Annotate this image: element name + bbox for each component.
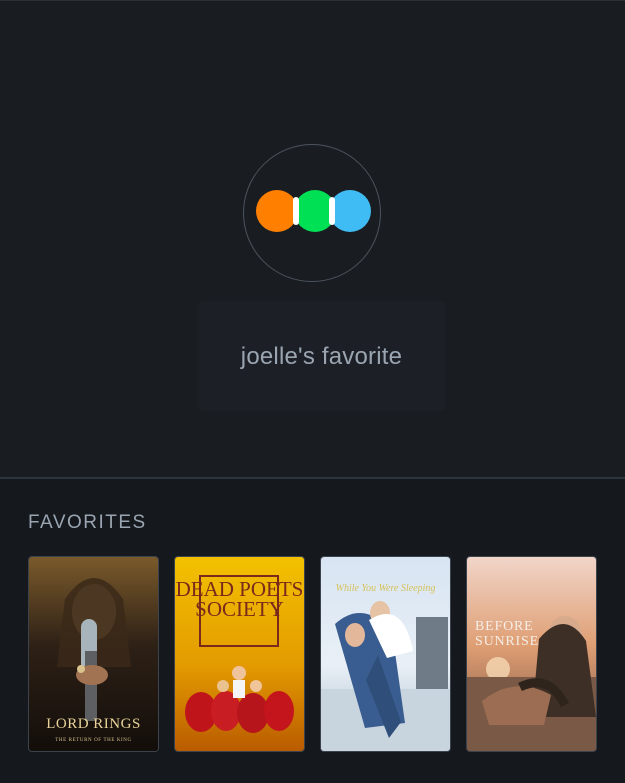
logo-overlap-mark	[329, 197, 335, 225]
orange-dot-icon	[256, 190, 298, 232]
poster-title-text: LORD RINGS	[46, 716, 141, 732]
poster-title-text: While You Were Sleeping	[335, 583, 436, 594]
poster-subtitle-text: THE RETURN OF THE KING	[55, 738, 132, 743]
avatar[interactable]	[243, 144, 381, 282]
logo-overlap-mark	[293, 197, 299, 225]
poster-title-text: DEAD POETS SOCIETY	[175, 577, 304, 621]
poster-before-sunrise[interactable]: BEFORE SUNRISE	[466, 556, 597, 752]
profile-name-box: joelle's favorite	[198, 301, 445, 411]
poster-lotr[interactable]: LORD RINGS THE RETURN OF THE KING	[28, 556, 159, 752]
profile-page: joelle's favorite FAVORITES LORD RINGS T…	[0, 0, 625, 783]
section-divider	[0, 477, 625, 479]
favorites-section-title: FAVORITES	[28, 512, 147, 533]
profile-username: joelle's favorite	[240, 343, 403, 370]
poster-title-text: BEFORE SUNRISE	[475, 619, 539, 649]
profile-header: joelle's favorite	[0, 0, 625, 478]
poster-before-sunrise-art	[467, 557, 596, 751]
poster-dead-poets-society[interactable]: DEAD POETS SOCIETY	[174, 556, 305, 752]
blue-dot-icon	[329, 190, 371, 232]
poster-while-you-were-sleeping[interactable]: While You Were Sleeping	[320, 556, 451, 752]
